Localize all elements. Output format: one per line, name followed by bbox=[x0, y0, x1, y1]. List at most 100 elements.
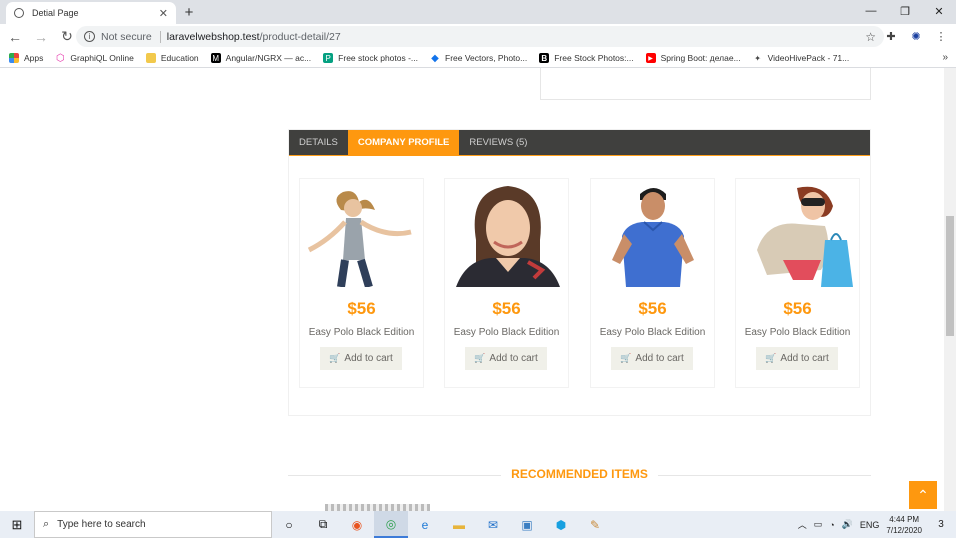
windows-taskbar: ⊞ ⌕ Type here to search ○ ⧉ ◉ ◎ e ▬ ✉ ▣ … bbox=[0, 511, 956, 538]
cart-icon: 🛒 bbox=[329, 353, 341, 363]
address-bar[interactable]: i Not secure laravelwebshop.test /produc… bbox=[76, 26, 884, 47]
add-to-cart-button[interactable]: 🛒 Add to cart bbox=[320, 347, 402, 370]
extensions-area: ✚ ✺ ⋮ bbox=[882, 27, 950, 45]
graphql-icon: ⬡ bbox=[56, 52, 65, 64]
product-name: Easy Polo Black Edition bbox=[453, 327, 560, 338]
product-card: $56 Easy Polo Black Edition 🛒 Add to cart bbox=[735, 178, 860, 388]
product-tabs-panel: Details Company Profile Reviews (5) $56 … bbox=[288, 129, 871, 416]
cortana-circle-icon[interactable]: ○ bbox=[272, 511, 306, 538]
bookmark-graphiql[interactable]: ⬡ GraphiQL Online bbox=[55, 52, 134, 64]
bookmark-burst[interactable]: B Free Stock Photos:... bbox=[539, 53, 634, 63]
minimize-button[interactable]: — bbox=[854, 0, 888, 22]
browser-toolbar: ← → ↻ i Not secure laravelwebshop.test /… bbox=[0, 24, 956, 49]
product-image[interactable] bbox=[737, 180, 859, 287]
bookmarks-more-button[interactable]: » bbox=[942, 52, 948, 63]
bookmark-education[interactable]: Education bbox=[145, 53, 199, 63]
ubuntu-icon[interactable]: ◉ bbox=[340, 511, 374, 538]
restore-button[interactable]: ❐ bbox=[888, 0, 922, 22]
back-arrow-icon[interactable]: ← bbox=[4, 26, 26, 48]
menu-kebab-icon[interactable]: ⋮ bbox=[932, 27, 950, 45]
tray-chevron-icon[interactable]: ︿ bbox=[798, 518, 807, 531]
bookmark-freepik[interactable]: ◆ Free Vectors, Photo... bbox=[430, 52, 527, 64]
url-divider bbox=[159, 30, 161, 43]
bookmark-star-icon[interactable]: ☆ bbox=[865, 30, 876, 44]
product-name: Easy Polo Black Edition bbox=[308, 327, 415, 338]
product-image[interactable] bbox=[592, 180, 714, 287]
windows-start-icon[interactable]: ⊞ bbox=[0, 511, 34, 538]
scroll-to-top-button[interactable]: ⌃ bbox=[909, 481, 937, 509]
product-name: Easy Polo Black Edition bbox=[599, 327, 706, 338]
profile-icon[interactable]: ✺ bbox=[907, 27, 925, 45]
product-image[interactable] bbox=[446, 180, 568, 287]
tab-details[interactable]: Details bbox=[289, 130, 348, 156]
cart-icon: 🛒 bbox=[474, 353, 486, 363]
product-card: $56 Easy Polo Black Edition 🛒 Add to cart bbox=[444, 178, 569, 388]
add-to-cart-button[interactable]: 🛒 Add to cart bbox=[756, 347, 838, 370]
wifi-icon[interactable]: ◔ bbox=[829, 520, 834, 530]
taskbar-search-placeholder: Type here to search bbox=[57, 519, 146, 530]
extensions-puzzle-icon[interactable]: ✚ bbox=[882, 27, 900, 45]
scrollbar-thumb[interactable] bbox=[946, 216, 954, 336]
notifications-icon[interactable]: 3 bbox=[930, 514, 952, 536]
battery-icon[interactable]: ▭ bbox=[814, 519, 823, 530]
task-view-icon[interactable]: ⧉ bbox=[306, 511, 340, 538]
mail-icon[interactable]: ✉ bbox=[476, 511, 510, 538]
apps-icon bbox=[9, 53, 19, 63]
product-image[interactable] bbox=[301, 180, 423, 287]
page-content: Details Company Profile Reviews (5) $56 … bbox=[0, 68, 944, 511]
tab-close-icon[interactable]: ✕ bbox=[159, 7, 168, 20]
product-info-panel bbox=[540, 68, 871, 100]
virtualbox-icon[interactable]: ▣ bbox=[510, 511, 544, 538]
product-card: $56 Easy Polo Black Edition 🛒 Add to cart bbox=[299, 178, 424, 388]
browser-tab-strip: Detial Page ✕ + — ❐ ✕ bbox=[0, 0, 956, 24]
product-card: $56 Easy Polo Black Edition 🛒 Add to cart bbox=[590, 178, 715, 388]
search-icon: ⌕ bbox=[43, 518, 50, 530]
b-icon: B bbox=[539, 53, 550, 63]
taskbar-search-box[interactable]: ⌕ Type here to search bbox=[34, 511, 272, 538]
window-controls: — ❐ ✕ bbox=[854, 0, 956, 22]
tab-company-profile[interactable]: Company Profile bbox=[347, 130, 460, 156]
recommended-item-image[interactable] bbox=[325, 504, 430, 511]
app-icon[interactable]: ⬢ bbox=[544, 511, 578, 538]
taskbar-clock[interactable]: 4:44 PM 7/12/2020 bbox=[886, 514, 922, 536]
freepik-icon: ◆ bbox=[431, 52, 439, 64]
clock-time: 4:44 PM bbox=[889, 514, 920, 524]
clock-date: 7/12/2020 bbox=[886, 525, 922, 535]
url-path: /product-detail/27 bbox=[259, 30, 341, 43]
language-indicator[interactable]: ENG bbox=[860, 520, 880, 530]
add-to-cart-button[interactable]: 🛒 Add to cart bbox=[611, 347, 693, 370]
cart-icon: 🛒 bbox=[620, 353, 632, 363]
globe-icon bbox=[14, 8, 24, 18]
recommended-heading: RECOMMENDED ITEMS bbox=[288, 465, 871, 483]
forward-arrow-icon[interactable]: → bbox=[30, 26, 52, 48]
tab-title: Detial Page bbox=[32, 8, 79, 18]
file-explorer-icon[interactable]: ▬ bbox=[442, 511, 476, 538]
browser-tab[interactable]: Detial Page ✕ bbox=[6, 2, 176, 24]
new-tab-button[interactable]: + bbox=[180, 3, 198, 21]
bookmark-apps[interactable]: Apps bbox=[9, 53, 43, 63]
close-window-button[interactable]: ✕ bbox=[922, 0, 956, 22]
product-name: Easy Polo Black Edition bbox=[744, 327, 851, 338]
page-scrollbar[interactable] bbox=[944, 68, 956, 511]
bookmarks-bar: Apps ⬡ GraphiQL Online Education M Angular… bbox=[0, 49, 956, 68]
system-tray: ︿ ▭ ◔ 🔊 ENG 4:44 PM 7/12/2020 3 bbox=[798, 511, 956, 538]
chrome-icon[interactable]: ◎ bbox=[374, 511, 408, 538]
product-price: $56 bbox=[492, 299, 521, 318]
product-price: $56 bbox=[783, 299, 812, 318]
add-to-cart-button[interactable]: 🛒 Add to cart bbox=[465, 347, 547, 370]
product-price: $56 bbox=[347, 299, 376, 318]
cart-icon: 🛒 bbox=[765, 353, 777, 363]
info-icon[interactable]: i bbox=[84, 31, 95, 42]
volume-icon[interactable]: 🔊 bbox=[842, 519, 853, 530]
url-host: laravelwebshop.test bbox=[166, 30, 260, 43]
reload-icon[interactable]: ↻ bbox=[56, 26, 78, 48]
tab-reviews[interactable]: Reviews (5) bbox=[459, 130, 537, 156]
videohive-icon: ✦ bbox=[754, 53, 761, 63]
recommended-title: RECOMMENDED ITEMS bbox=[501, 467, 658, 481]
bookmark-youtube[interactable]: ▶ Spring Boot: делае... bbox=[645, 53, 741, 63]
paint-icon[interactable]: ✎ bbox=[578, 511, 612, 538]
bookmark-videohive[interactable]: ✦ VideoHivePack - 71... bbox=[753, 53, 849, 63]
bookmark-angular-ngrx[interactable]: M Angular/NGRX — ас... bbox=[210, 53, 311, 63]
edge-icon[interactable]: e bbox=[408, 511, 442, 538]
bookmark-pexels[interactable]: P Free stock photos -... bbox=[323, 53, 418, 63]
